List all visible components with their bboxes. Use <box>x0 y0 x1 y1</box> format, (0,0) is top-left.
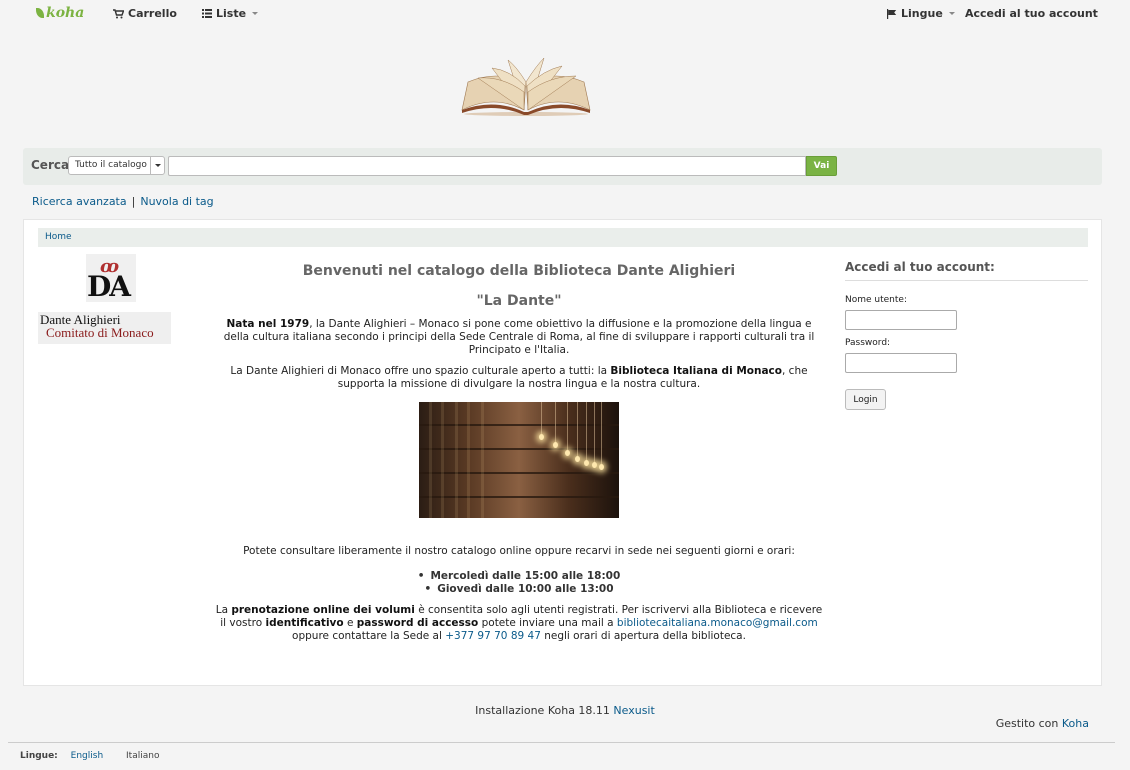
chevron-down-icon <box>948 12 955 15</box>
language-english-link[interactable]: English <box>71 751 104 761</box>
login-button[interactable]: Login <box>845 389 886 410</box>
installation-credit: Installazione Koha 18.11 Nexusit <box>475 704 655 717</box>
koha-link[interactable]: Koha <box>1062 717 1089 730</box>
footer-language-selector: Lingue: English Italiano <box>20 751 159 761</box>
list-item: Giovedì dalle 10:00 alle 13:00 <box>214 583 824 596</box>
main-panel: Home ꝏ DA Dante Alighieri Comitato di Mo… <box>23 219 1102 686</box>
hours-intro: Potete consultare liberamente il nostro … <box>243 545 795 557</box>
footer-divider <box>8 742 1115 743</box>
logo-text: Dante Alighieri Comitato di Monaco <box>38 312 171 344</box>
search-sublinks: Ricerca avanzata | Nuvola di tag <box>32 195 214 208</box>
opening-hours-list: Mercoledì dalle 15:00 alle 18:00 Giovedì… <box>214 570 824 596</box>
languages-label: Lingue: <box>20 751 58 761</box>
phone-link[interactable]: +377 97 70 89 47 <box>445 630 541 642</box>
flag-icon <box>887 8 897 19</box>
powered-by: Gestito con Koha <box>995 717 1089 730</box>
leaf-icon <box>36 8 44 18</box>
welcome-content: Benvenuti nel catalogo della Biblioteca … <box>214 262 824 643</box>
password-field[interactable] <box>845 353 957 373</box>
login-panel: Accedi al tuo account: Nome utente: Pass… <box>845 260 1088 410</box>
chevron-down-icon <box>154 164 161 167</box>
registration-paragraph: La prenotazione online dei volumi è cons… <box>215 604 823 642</box>
cart-button[interactable]: Carrello <box>113 7 177 20</box>
list-icon <box>202 9 212 18</box>
username-field[interactable] <box>845 310 957 330</box>
da-monogram: ꝏ DA <box>86 254 136 303</box>
dante-alighieri-logo: ꝏ DA Dante Alighieri Comitato di Monaco <box>38 254 171 346</box>
languages-menu[interactable]: Lingue <box>887 7 955 20</box>
intro-paragraph: Nata nel 1979, la Dante Alighieri – Mona… <box>223 318 815 356</box>
breadcrumb-home-link[interactable]: Home <box>45 232 72 242</box>
login-link[interactable]: Accedi al tuo account <box>965 7 1098 20</box>
library-shelves-photo <box>419 402 619 518</box>
koha-logo[interactable]: koha <box>36 5 84 21</box>
advanced-search-link[interactable]: Ricerca avanzata <box>32 195 127 208</box>
email-link[interactable]: bibliotecaitaliana.monaco@gmail.com <box>617 617 818 629</box>
top-navbar: koha Carrello Liste Lingue Accedi al tuo… <box>0 0 1130 28</box>
lists-menu[interactable]: Liste <box>202 7 259 20</box>
login-title: Accedi al tuo account: <box>845 260 1088 281</box>
open-book-image <box>461 57 591 116</box>
library-paragraph: La Dante Alighieri di Monaco offre uno s… <box>230 365 808 390</box>
list-item: Mercoledì dalle 15:00 alle 18:00 <box>214 570 824 583</box>
nexusit-link[interactable]: Nexusit <box>613 704 654 717</box>
password-label: Password: <box>845 338 891 348</box>
breadcrumb: Home <box>38 228 1088 247</box>
search-scope-dropdown-toggle[interactable] <box>150 156 164 175</box>
search-label: Cerca <box>31 158 70 172</box>
username-label: Nome utente: <box>845 295 907 305</box>
welcome-title: Benvenuti nel catalogo della Biblioteca … <box>302 263 736 279</box>
cart-icon <box>113 8 124 18</box>
search-bar: Cerca Tutto il catalogo Vai <box>23 148 1102 185</box>
chevron-down-icon <box>252 12 259 15</box>
language-italian-current: Italiano <box>126 751 160 761</box>
search-input[interactable] <box>168 156 806 176</box>
tag-cloud-link[interactable]: Nuvola di tag <box>140 195 213 208</box>
separator: | <box>131 195 136 208</box>
welcome-subtitle: "La Dante" <box>476 293 562 309</box>
search-go-button[interactable]: Vai <box>806 156 837 176</box>
